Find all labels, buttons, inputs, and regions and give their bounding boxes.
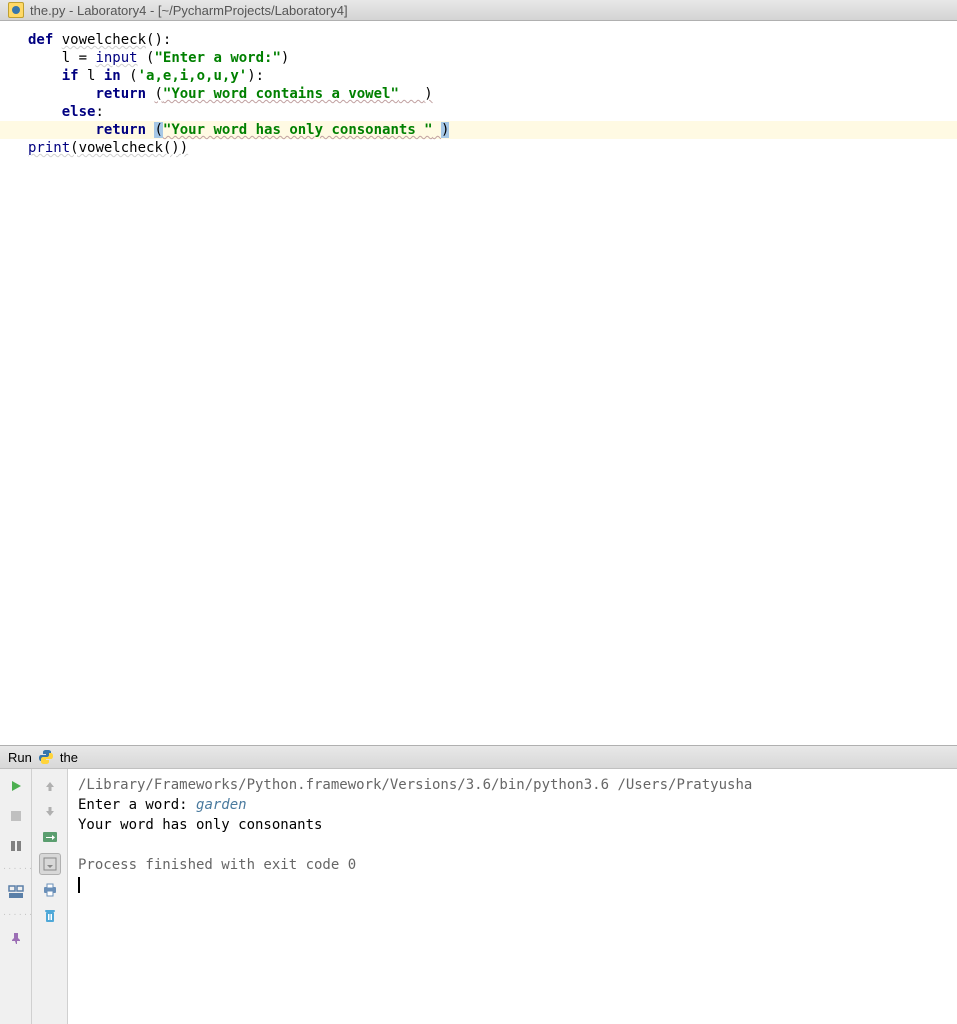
code-editor[interactable]: def vowelcheck(): l = input ("Enter a wo… [0, 21, 957, 745]
code-line: else: [28, 103, 957, 121]
console-line: Process finished with exit code 0 [78, 855, 947, 875]
python-icon [38, 749, 54, 765]
code-line-current: return ("Your word has only consonants "… [0, 121, 957, 139]
run-label: Run [8, 750, 32, 765]
title-bar: the.py - Laboratory4 - [~/PycharmProject… [0, 0, 957, 21]
console-line: Your word has only consonants [78, 815, 947, 835]
print-icon[interactable] [39, 879, 61, 901]
code-line: return ("Your word contains a vowel" ) [28, 85, 957, 103]
run-toolbar-right [32, 769, 68, 1024]
trash-icon[interactable] [39, 905, 61, 927]
run-body: ······· ······· [0, 769, 957, 1024]
run-header[interactable]: Run the [0, 746, 957, 769]
pause-icon[interactable] [5, 835, 27, 857]
console-line: Enter a word: garden [78, 795, 947, 815]
console-line [78, 835, 947, 855]
console-line: /Library/Frameworks/Python.framework/Ver… [78, 775, 947, 795]
console-cursor [78, 875, 947, 895]
code-line: def vowelcheck(): [28, 31, 957, 49]
run-icon[interactable] [5, 775, 27, 797]
run-toolbar-left: ······· ······· [0, 769, 32, 1024]
pin-icon[interactable] [5, 927, 27, 949]
python-file-icon [8, 2, 24, 18]
separator: ······· [0, 865, 34, 873]
run-config-name: the [60, 750, 78, 765]
run-tool-window: Run the ······· ······· [0, 745, 957, 1024]
window-title: the.py - Laboratory4 - [~/PycharmProject… [30, 3, 348, 18]
stop-icon[interactable] [5, 805, 27, 827]
console-output[interactable]: /Library/Frameworks/Python.framework/Ver… [68, 769, 957, 1024]
scroll-to-end-icon[interactable] [39, 853, 61, 875]
separator: ······· [0, 911, 34, 919]
code-line: print(vowelcheck()) [28, 139, 957, 157]
scroll-up-icon[interactable] [39, 775, 61, 797]
code-line: l = input ("Enter a word:") [28, 49, 957, 67]
layout-icon[interactable] [5, 881, 27, 903]
code-line: if l in ('a,e,i,o,u,y'): [28, 67, 957, 85]
soft-wrap-icon[interactable] [39, 827, 61, 849]
scroll-down-icon[interactable] [39, 801, 61, 823]
